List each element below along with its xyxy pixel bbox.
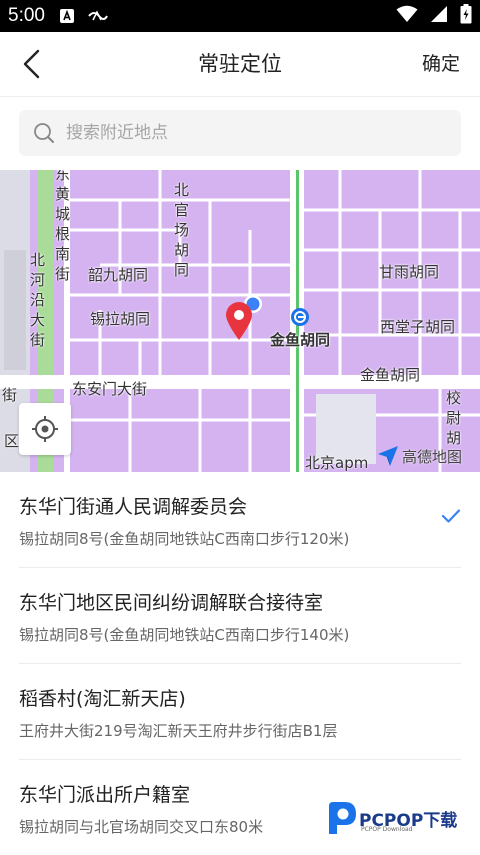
search-input[interactable]: 搜索附近地点 (19, 110, 461, 156)
crosshair-icon (32, 416, 58, 442)
wifi-icon (396, 5, 418, 27)
pcpop-logo-icon (329, 802, 356, 834)
search-placeholder: 搜索附近地点 (66, 123, 168, 143)
place-name: 东华门派出所户籍室 (19, 784, 191, 806)
map-label-beiguanchang: 北官场胡同 (174, 181, 190, 279)
page-title: 常驻定位 (198, 52, 282, 76)
notification-a-icon (59, 8, 75, 24)
place-address: 锡拉胡同与北官场胡同交叉口东80米 (19, 818, 264, 836)
search-icon (33, 122, 55, 148)
amap-arrow-icon (378, 446, 398, 466)
map-label-xila: 锡拉胡同 (90, 310, 151, 328)
amap-logo: 高德地图 (376, 444, 462, 468)
map-label-jinyu-street: 金鱼胡同 (360, 366, 421, 384)
place-name: 东华门街通人民调解委员会 (19, 496, 248, 518)
map-label-left-qu: 区 (4, 432, 20, 450)
pcpop-sub: PCPOP Download (361, 826, 413, 833)
map-label-beiheyan: 北河沿大街 (30, 251, 46, 349)
map-label-shaojiu: 韶九胡同 (88, 266, 149, 284)
list-item[interactable]: 稻香村(淘汇新天店) 王府井大街219号淘汇新天王府井步行街店B1层 (19, 664, 461, 760)
map-label-left-jie: 街 (2, 386, 18, 404)
place-list: 东华门街通人民调解委员会 锡拉胡同8号(金鱼胡同地铁站C西南口步行120米) 东… (0, 472, 480, 855)
confirm-button[interactable]: 确定 (422, 32, 460, 96)
place-address: 王府井大街219号淘汇新天王府井步行街店B1层 (19, 722, 338, 740)
metro-icon (290, 307, 310, 331)
list-item[interactable]: 东华门街通人民调解委员会 锡拉胡同8号(金鱼胡同地铁站C西南口步行120米) (19, 472, 461, 568)
map-label-beijing-apm: 北京apm (305, 454, 369, 472)
notification-app-icon (87, 8, 109, 24)
battery-icon (460, 4, 472, 28)
locate-button[interactable] (19, 403, 71, 455)
map-label-dongan: 东安门大街 (72, 380, 148, 398)
place-address: 锡拉胡同8号(金鱼胡同地铁站C西南口步行140米) (19, 626, 350, 644)
map-label-ganyu: 甘雨胡同 (379, 263, 440, 281)
map-pin-icon (224, 301, 254, 345)
signal-icon (430, 5, 448, 27)
map-label-xiaowei: 校尉胡 (446, 389, 462, 447)
list-item[interactable]: 东华门地区民间纠纷调解联合接待室 锡拉胡同8号(金鱼胡同地铁站C西南口步行140… (19, 568, 461, 664)
map-label-dongcheng: 东黄城根南街 (55, 170, 71, 283)
status-bar: 5:00 (0, 0, 480, 32)
map-label-xitangzi: 西堂子胡同 (380, 318, 456, 336)
status-right-icons (396, 4, 472, 28)
map-view[interactable]: 东黄城根南街 北官场胡同 北河沿大街 韶九胡同 甘雨胡同 锡拉胡同 金鱼胡同 西… (0, 170, 480, 472)
place-name: 稻香村(淘汇新天店) (19, 688, 186, 710)
place-address: 锡拉胡同8号(金鱼胡同地铁站C西南口步行120米) (19, 530, 350, 548)
status-time: 5:00 (8, 5, 45, 26)
pcpop-watermark: PCPOP下载 PCPOP Download (325, 800, 457, 836)
nav-bar: 常驻定位 确定 (0, 32, 480, 97)
map-label-jinyu-metro: 金鱼胡同 (270, 331, 331, 349)
check-icon (441, 508, 461, 528)
amap-brand: 高德地图 (402, 447, 463, 466)
place-name: 东华门地区民间纠纷调解联合接待室 (19, 592, 324, 614)
